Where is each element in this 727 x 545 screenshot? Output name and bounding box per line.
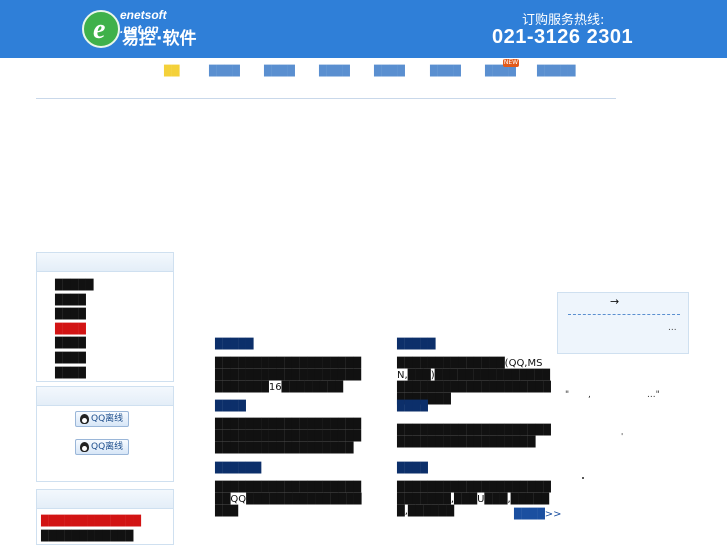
article-title[interactable]: ████: [397, 401, 428, 412]
nav-item-7[interactable]: ████: [485, 66, 516, 77]
main-nav: ██ ████ ████ ████ ████ ████ ████ █████: [0, 58, 727, 88]
nav-item-home[interactable]: ██: [164, 66, 179, 77]
logo-e-icon: e: [82, 10, 120, 48]
more-link[interactable]: ████>>: [514, 509, 562, 520]
dashed-divider: [568, 314, 680, 315]
article-summary: ████████████████████████████████████████…: [215, 358, 362, 393]
nav-item-4[interactable]: ████: [319, 66, 350, 77]
panel-header: [37, 490, 173, 509]
article-title[interactable]: █████: [215, 339, 253, 350]
news-link[interactable]: █████████████: [41, 516, 141, 527]
left-menu-item[interactable]: ████: [55, 352, 93, 367]
more-ellipsis[interactable]: ...: [668, 323, 677, 333]
left-menu-panel: █████ ████ ████ ████ ████ ████ ████: [36, 252, 174, 382]
left-menu-item[interactable]: ████: [55, 367, 93, 382]
logo[interactable]: e enetsoft .net.cn 易控·软件: [78, 8, 204, 52]
article-title[interactable]: ████: [397, 463, 428, 474]
nav-item-2[interactable]: ████: [209, 66, 240, 77]
qq-penguin-icon: [80, 414, 89, 424]
quote-close: ...": [647, 390, 660, 400]
nav-item-8[interactable]: █████: [537, 66, 575, 77]
right-info-box: → ...: [557, 292, 689, 354]
qq-penguin-icon: [80, 442, 89, 452]
left-menu-item[interactable]: ████: [55, 337, 93, 352]
header-banner: e enetsoft .net.cn 易控·软件 订购服务热线: 021-312…: [0, 0, 727, 58]
article-summary: █████████████████████QQ█████████████████…: [215, 482, 362, 517]
divider: [36, 98, 616, 99]
qq-offline-button[interactable]: QQ离线: [75, 439, 129, 455]
left-menu-item[interactable]: ████: [55, 308, 93, 323]
panel-header: [37, 253, 173, 272]
nav-item-3[interactable]: ████: [264, 66, 295, 77]
qq-support-panel: QQ离线 QQ离线: [36, 386, 174, 482]
new-badge: NEW: [503, 59, 519, 67]
left-menu: █████ ████ ████ ████ ████ ████ ████: [55, 279, 93, 381]
article-title[interactable]: █████: [397, 339, 435, 350]
article-summary: ████████████████████████████████████████…: [215, 419, 362, 454]
quote-comma: ,: [588, 390, 591, 400]
logo-name: 易控·软件: [122, 29, 197, 49]
quote-open: ": [565, 390, 570, 400]
article-title[interactable]: ████: [215, 401, 246, 412]
bullet-dot: [582, 477, 584, 479]
left-menu-item[interactable]: █████: [55, 279, 93, 294]
arrow-right-icon[interactable]: →: [610, 295, 619, 308]
news-link[interactable]: ████████████: [41, 531, 133, 542]
nav-item-6[interactable]: ████: [430, 66, 461, 77]
article-summary: ██████████████████████████████████████: [397, 425, 551, 448]
hotline-number: 021-3126 2301: [492, 26, 634, 48]
article-title[interactable]: ██████: [215, 463, 261, 474]
nav-item-5[interactable]: ████: [374, 66, 405, 77]
panel-header: [37, 387, 173, 406]
tick-mark: ': [621, 432, 624, 441]
article-summary: ██████████████(QQ,MSN,███)██████████████…: [397, 358, 551, 405]
left-news-panel: █████████████ ████████████: [36, 489, 174, 545]
left-menu-item[interactable]: ████: [55, 294, 93, 309]
left-menu-item-active[interactable]: ████: [55, 323, 93, 338]
qq-offline-button[interactable]: QQ离线: [75, 411, 129, 427]
